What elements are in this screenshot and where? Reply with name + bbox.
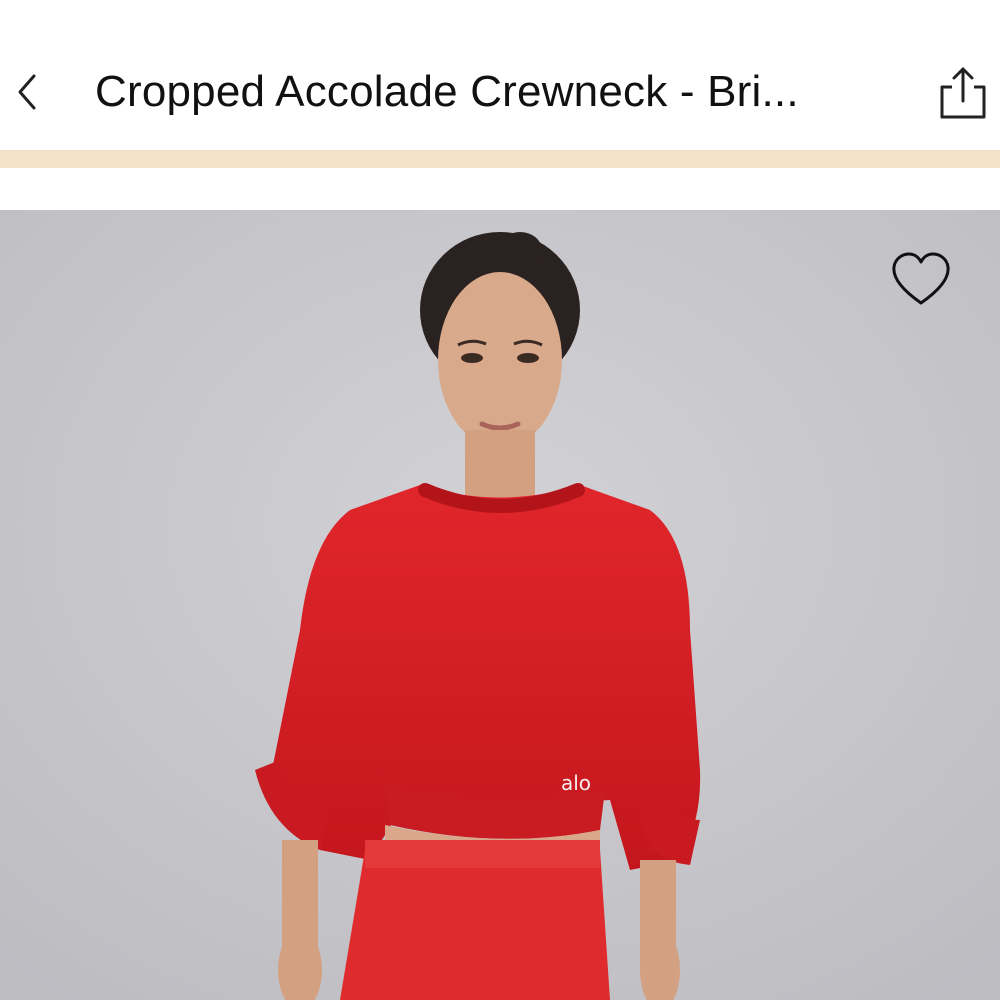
share-button[interactable] bbox=[930, 60, 996, 126]
back-button[interactable] bbox=[0, 62, 50, 122]
product-image[interactable]: alo bbox=[0, 210, 1000, 1000]
product-photo bbox=[0, 210, 1000, 1000]
favorite-button[interactable] bbox=[885, 245, 957, 313]
share-icon bbox=[940, 67, 986, 119]
chevron-left-icon bbox=[18, 74, 36, 110]
top-nav-bar: Cropped Accolade Crewneck - Bri... bbox=[0, 0, 1000, 150]
heart-outline-icon bbox=[892, 252, 950, 305]
product-title: Cropped Accolade Crewneck - Bri... bbox=[95, 67, 799, 116]
brand-logo: alo bbox=[560, 771, 592, 795]
loading-progress-bar bbox=[0, 150, 1000, 168]
